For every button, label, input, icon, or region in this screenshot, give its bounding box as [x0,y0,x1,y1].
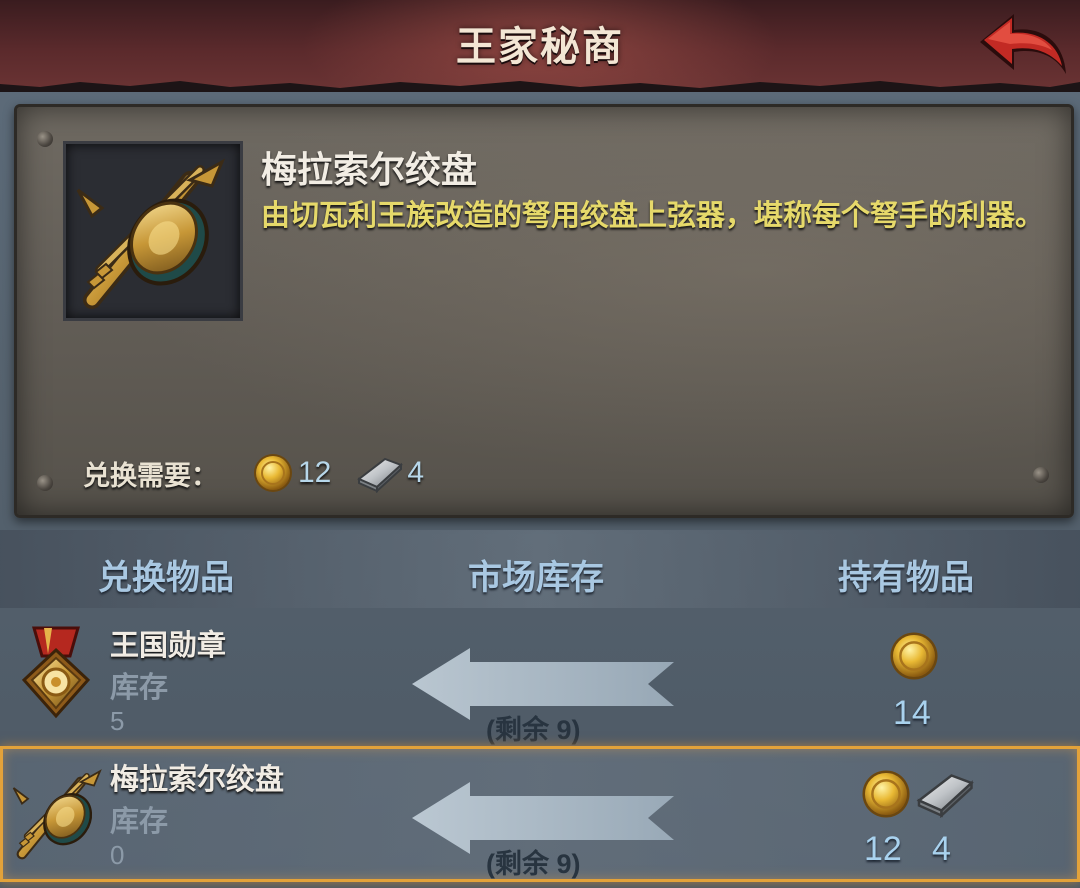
gold-coin-icon [862,770,910,818]
gold-coin-icon [254,454,292,492]
item-description: 由切瓦利王族改造的弩用绞盘上弦器，堪称每个弩手的利器。 [261,200,1045,232]
exchange-row-selected[interactable]: 梅拉索尔绞盘 库存 0 (剩余 9) 12 4 [0,746,1080,882]
row-remaining: (剩余 9) [486,715,581,745]
owned-gold-count: 14 [893,694,931,732]
item-name: 梅拉索尔绞盘 [261,149,478,190]
cost-gold-amount: 12 [298,456,332,489]
gold-coin-icon [890,632,938,680]
winch-icon [72,150,232,310]
back-button[interactable] [972,8,1072,86]
row-item-name: 王国勋章 [110,630,227,662]
back-arrow-icon [980,14,1066,74]
row-stock-value: 0 [110,840,125,870]
kingdom-medal-icon [21,626,91,719]
item-icon-frame [63,141,243,321]
rivet-icon [37,131,53,147]
row-item-name: 梅拉索尔绞盘 [110,764,285,796]
header-torn-edge [0,81,1080,92]
owned-silver-count: 4 [932,830,951,868]
owned-gold-count: 12 [864,830,902,868]
column-owned-items: 持有物品 [838,559,974,597]
item-detail-panel: 梅拉索尔绞盘 由切瓦利王族改造的弩用绞盘上弦器，堪称每个弩手的利器。 兑换需要：… [14,104,1074,518]
exchange-row[interactable]: 王国勋章 库存 5 (剩余 9) 14 [0,612,1080,745]
row-remaining: (剩余 9) [486,849,581,879]
cost-label: 兑换需要： [83,460,218,491]
rivet-icon [37,475,53,491]
column-exchange-item: 兑换物品 [98,559,234,597]
row-stock-label: 库存 [110,672,169,704]
silver-ingot-icon [357,457,404,493]
rivet-icon [1033,467,1049,483]
winch-icon [10,764,106,860]
row-stock-label: 库存 [110,806,169,838]
row-stock-value: 5 [110,706,125,736]
exchange-cost: 兑换需要： 12 4 [83,449,448,497]
page-title: 王家秘商 [456,25,624,69]
silver-ingot-icon [916,774,974,818]
column-market-stock: 市场库存 [468,559,604,597]
cost-silver-amount: 4 [407,456,425,489]
